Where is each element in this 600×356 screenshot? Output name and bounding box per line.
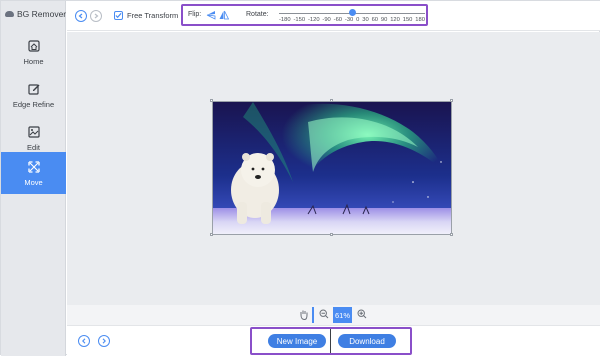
image-preview[interactable] bbox=[212, 101, 452, 235]
cloud-logo-icon bbox=[5, 11, 14, 17]
sidebar-item-home[interactable]: Home bbox=[1, 31, 66, 73]
rotate-tick: -90 bbox=[322, 17, 331, 23]
rotate-tick: 150 bbox=[402, 17, 413, 23]
footer-bar: New Image Download bbox=[67, 325, 600, 356]
sidebar-item-label: Home bbox=[23, 56, 44, 66]
chevron-right-icon bbox=[102, 338, 106, 344]
new-image-button[interactable]: New Image bbox=[268, 334, 326, 348]
rotate-tick: 0 bbox=[356, 17, 360, 23]
resize-handle-bottom-left[interactable] bbox=[210, 233, 213, 236]
flip-horizontal-icon[interactable] bbox=[206, 10, 216, 20]
zoom-level: 61% bbox=[333, 307, 352, 323]
app-title: BG Remover bbox=[17, 9, 67, 19]
sidebar-item-label: Edit bbox=[27, 142, 40, 152]
flip-vertical-icon[interactable] bbox=[219, 10, 229, 20]
rotate-tick: 180 bbox=[415, 17, 425, 23]
download-button[interactable]: Download bbox=[338, 334, 396, 348]
sidebar: BG Remover Home Edge Refine Edit Move bbox=[1, 1, 66, 356]
rotate-tick: -60 bbox=[333, 17, 343, 23]
zoom-controls: 61% bbox=[67, 305, 600, 325]
hand-pan-icon[interactable] bbox=[299, 309, 309, 320]
rotate-slider-knob[interactable] bbox=[348, 9, 356, 16]
rotate-tick: -120 bbox=[307, 17, 320, 23]
zoom-out-icon[interactable] bbox=[319, 309, 329, 319]
resize-handle-top-left[interactable] bbox=[210, 99, 213, 102]
rotate-tick: -150 bbox=[293, 17, 306, 23]
previous-button[interactable] bbox=[78, 335, 90, 347]
checkmark-icon bbox=[115, 12, 122, 19]
zoom-in-icon[interactable] bbox=[357, 309, 367, 319]
app-brand: BG Remover bbox=[5, 9, 66, 19]
undo-button[interactable] bbox=[75, 10, 87, 22]
rotate-tick: 90 bbox=[380, 17, 388, 23]
action-buttons: New Image Download bbox=[250, 327, 412, 355]
resize-handle-top[interactable] bbox=[330, 99, 333, 102]
polar-bear-aurora-image bbox=[213, 102, 451, 234]
chevron-left-icon bbox=[82, 338, 86, 344]
rotate-label: Rotate: bbox=[246, 11, 269, 18]
image-edit-icon bbox=[27, 125, 40, 138]
toolbar: Free Transform Flip: Rotate: -180 -150 -… bbox=[67, 1, 600, 31]
resize-handle-bottom[interactable] bbox=[330, 233, 333, 236]
sidebar-item-label: Edge Refine bbox=[12, 99, 55, 109]
sidebar-item-label: Move bbox=[24, 177, 43, 187]
rotate-tick: -30 bbox=[344, 17, 354, 23]
resize-handle-bottom-right[interactable] bbox=[450, 233, 453, 236]
rotate-tick: 30 bbox=[362, 17, 369, 23]
next-button[interactable] bbox=[98, 335, 110, 347]
rotate-tick: 120 bbox=[390, 17, 400, 23]
undo-icon bbox=[78, 13, 83, 19]
sidebar-item-move[interactable]: Move bbox=[1, 152, 66, 194]
editing-canvas[interactable] bbox=[67, 32, 600, 310]
free-transform-checkbox[interactable] bbox=[114, 11, 123, 20]
redo-icon bbox=[94, 13, 99, 19]
resize-handle-top-right[interactable] bbox=[450, 99, 453, 102]
edit-square-icon bbox=[27, 83, 39, 95]
redo-button[interactable] bbox=[90, 10, 102, 22]
rotate-tick: -180 bbox=[279, 17, 291, 23]
free-transform-label: Free Transform bbox=[127, 11, 179, 20]
app-window: BG Remover Home Edge Refine Edit Move Fr… bbox=[0, 0, 600, 356]
rotate-tick: 60 bbox=[371, 17, 379, 23]
button-divider bbox=[330, 329, 331, 353]
zoom-divider bbox=[312, 307, 314, 323]
flip-label: Flip: bbox=[188, 11, 202, 18]
transform-controls: Flip: Rotate: -180 -150 -120 -90 -60 -30 bbox=[181, 4, 428, 26]
sidebar-item-edge-refine[interactable]: Edge Refine bbox=[1, 74, 66, 116]
home-icon bbox=[27, 39, 40, 52]
rotate-tick-labels: -180 -150 -120 -90 -60 -30 0 30 60 90 12… bbox=[279, 17, 425, 23]
move-arrows-icon bbox=[27, 160, 40, 173]
